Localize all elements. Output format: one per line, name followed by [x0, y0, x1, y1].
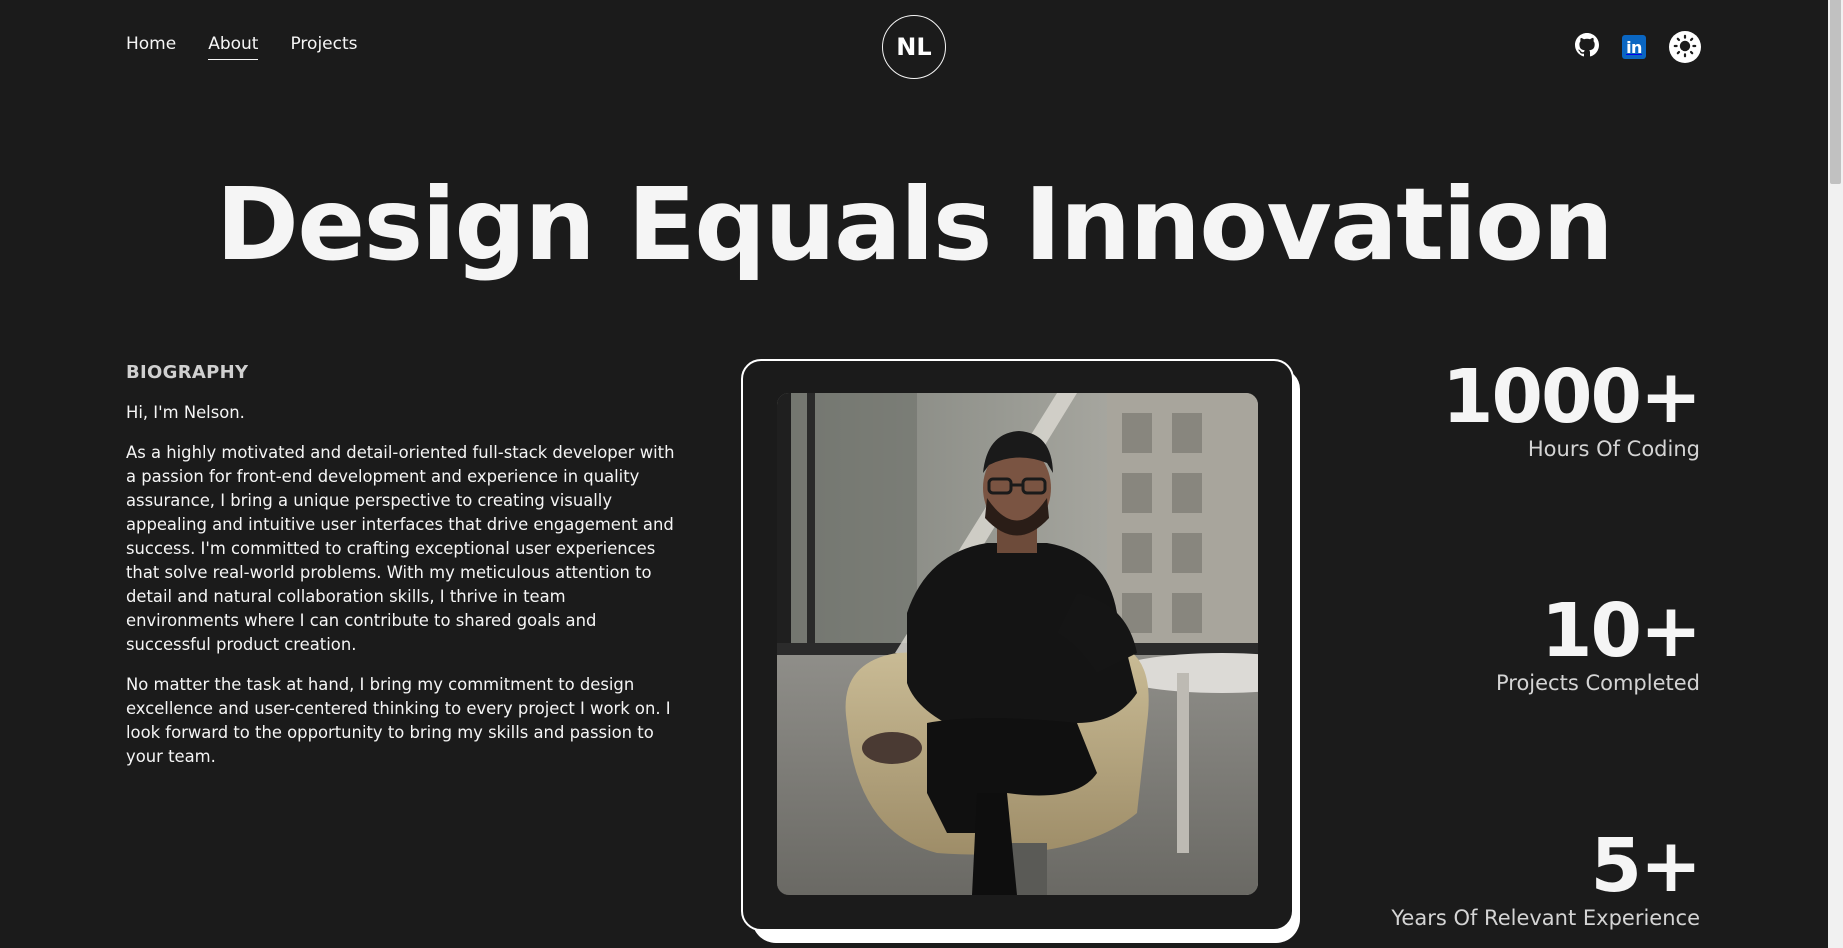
biography-heading: BIOGRAPHY — [126, 362, 249, 383]
stat-value: 1000+ — [1442, 354, 1702, 440]
nav-link-projects[interactable]: Projects — [290, 34, 357, 60]
sun-icon — [1673, 34, 1697, 61]
nav-link-about[interactable]: About — [208, 34, 259, 60]
stat-label: Projects Completed — [1495, 671, 1700, 695]
scrollbar-thumb[interactable] — [1830, 0, 1841, 184]
stat-years-experience: 5+ Years Of Relevant Experience — [1391, 823, 1702, 930]
theme-toggle-button[interactable] — [1669, 31, 1701, 63]
profile-photo-card — [741, 359, 1294, 931]
page-title: Design Equals Innovation — [215, 166, 1614, 283]
page-scrollbar[interactable] — [1828, 0, 1843, 948]
linkedin-icon: in — [1622, 35, 1646, 59]
biography-section: BIOGRAPHY Hi, I'm Nelson. As a highly mo… — [126, 362, 678, 785]
main-nav: Home About Projects — [126, 34, 358, 60]
social-links: in — [1571, 31, 1701, 63]
biography-paragraph-2: No matter the task at hand, I bring my c… — [126, 675, 671, 766]
biography-paragraph-1: As a highly motivated and detail-oriente… — [126, 443, 675, 654]
stat-projects-completed: 10+ Projects Completed — [1495, 588, 1702, 695]
stat-label: Years Of Relevant Experience — [1391, 906, 1700, 930]
stat-hours-coding: 1000+ Hours Of Coding — [1442, 354, 1702, 461]
github-icon — [1575, 33, 1599, 61]
nav-link-home[interactable]: Home — [126, 34, 176, 60]
biography-greeting: Hi, I'm Nelson. — [126, 403, 245, 422]
profile-photo — [777, 393, 1258, 895]
github-link[interactable] — [1571, 31, 1603, 63]
page: Home About Projects NL in Design Equals … — [0, 0, 1828, 948]
stat-value: 5+ — [1590, 823, 1702, 909]
stat-label: Hours Of Coding — [1527, 437, 1700, 461]
linkedin-link[interactable]: in — [1618, 31, 1650, 63]
logo-monogram[interactable]: NL — [882, 15, 946, 79]
stat-value: 10+ — [1541, 588, 1702, 674]
